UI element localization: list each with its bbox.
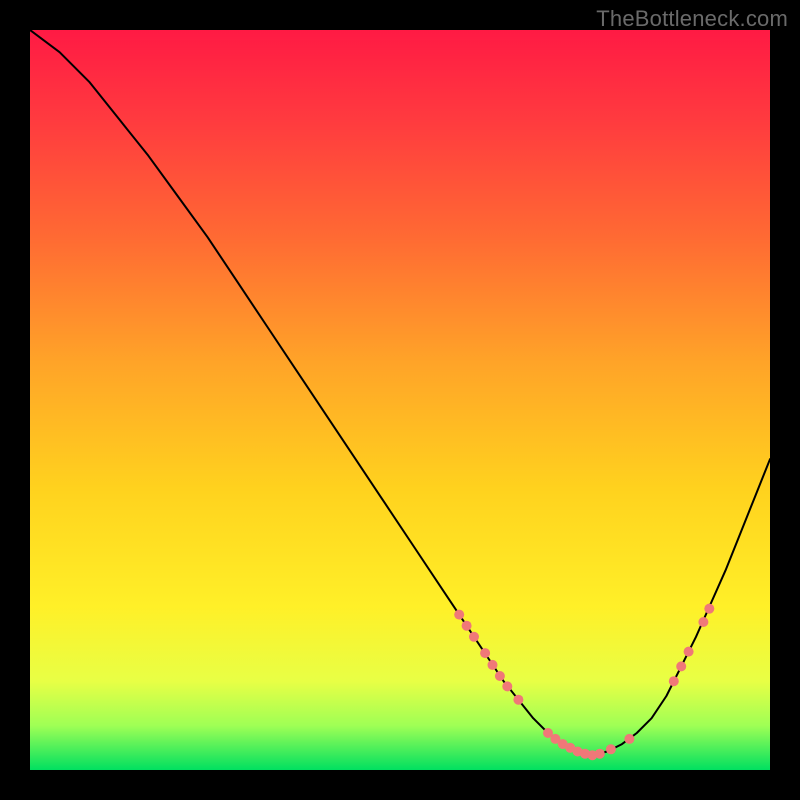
data-marker bbox=[454, 610, 464, 620]
data-marker bbox=[513, 695, 523, 705]
data-marker bbox=[488, 660, 498, 670]
watermark-text: TheBottleneck.com bbox=[596, 6, 788, 32]
data-marker bbox=[495, 671, 505, 681]
data-marker bbox=[480, 648, 490, 658]
data-marker bbox=[704, 604, 714, 614]
data-marker bbox=[669, 676, 679, 686]
data-marker bbox=[698, 617, 708, 627]
chart-svg bbox=[30, 30, 770, 770]
data-marker bbox=[606, 744, 616, 754]
data-marker bbox=[595, 749, 605, 759]
data-marker bbox=[684, 647, 694, 657]
chart-container: TheBottleneck.com bbox=[0, 0, 800, 800]
data-marker bbox=[624, 734, 634, 744]
data-marker bbox=[676, 661, 686, 671]
data-marker bbox=[469, 632, 479, 642]
gradient-background bbox=[30, 30, 770, 770]
plot-area bbox=[30, 30, 770, 770]
data-marker bbox=[462, 621, 472, 631]
data-marker bbox=[502, 681, 512, 691]
